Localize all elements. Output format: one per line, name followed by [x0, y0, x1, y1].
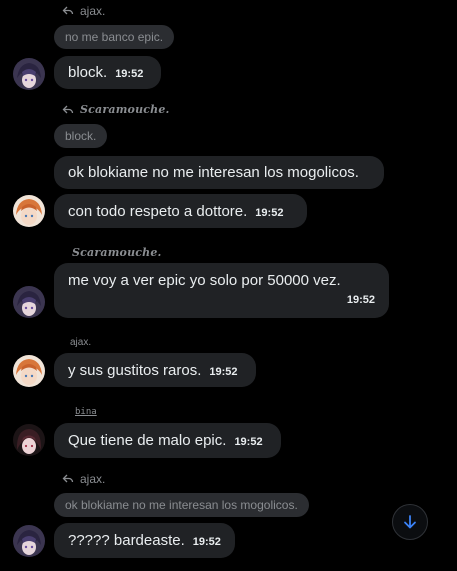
avatar[interactable] [13, 286, 45, 318]
message-text: me voy a ver epic yo solo por 50000 vez. [68, 272, 341, 289]
message-time: 19:52 [192, 536, 221, 548]
reply-header[interactable]: Scaramouche. [62, 103, 170, 116]
message-bubble[interactable]: con todo respeto a dottore. 19:52 [54, 194, 307, 228]
message-text: con todo respeto a dottore. [68, 203, 248, 220]
sender-name[interactable]: ajax. [70, 337, 91, 348]
quoted-message[interactable]: no me banco epic. [54, 25, 175, 49]
avatar[interactable] [13, 525, 45, 557]
message-text: ????? bardeaste. [68, 532, 185, 549]
message-text: y sus gustitos raros. [68, 362, 202, 379]
message-bubble[interactable]: y sus gustitos raros. 19:52 [54, 353, 256, 387]
sender-name[interactable]: Scaramouche. [72, 246, 162, 259]
message-time: 19:52 [234, 436, 263, 448]
message-bubble[interactable]: ok blokiame no me interesan los mogolico… [54, 156, 384, 189]
message-bubble[interactable]: block. 19:52 [54, 56, 161, 89]
sender-name[interactable]: bina [75, 407, 97, 417]
quoted-message[interactable]: ok blokiame no me interesan los mogolico… [54, 493, 309, 517]
avatar[interactable] [13, 58, 45, 90]
scroll-to-bottom-button[interactable] [392, 504, 428, 540]
message-time: 19:52 [115, 68, 144, 80]
arrow-down-icon [404, 515, 416, 529]
avatar[interactable] [13, 424, 45, 456]
reply-author: Scaramouche. [80, 103, 170, 116]
reply-header[interactable]: ajax. [62, 4, 105, 18]
reply-author: ajax. [80, 472, 106, 486]
message-text: block. [68, 64, 108, 81]
chat-feed: ajax. no me banco epic. block. 19:52 Scar… [0, 0, 457, 571]
reply-arrow-icon [62, 105, 74, 113]
message-bubble[interactable]: Que tiene de malo epic. 19:52 [54, 423, 281, 458]
message-time: 19:52 [209, 366, 238, 378]
message-text: ok blokiame no me interesan los mogolico… [68, 164, 359, 181]
reply-author: ajax. [80, 4, 106, 18]
reply-arrow-icon [62, 474, 74, 483]
message-time: 19:52 [255, 207, 284, 219]
reply-arrow-icon [62, 6, 74, 15]
message-bubble[interactable]: ????? bardeaste. 19:52 [54, 523, 235, 558]
avatar[interactable] [13, 355, 45, 387]
avatar[interactable] [13, 195, 45, 227]
message-text: Que tiene de malo epic. [68, 432, 227, 449]
message-bubble[interactable]: me voy a ver epic yo solo por 50000 vez.… [54, 263, 389, 318]
reply-header[interactable]: ajax. [62, 472, 105, 486]
message-time: 19:52 [346, 294, 375, 306]
quoted-message[interactable]: block. [54, 124, 108, 148]
